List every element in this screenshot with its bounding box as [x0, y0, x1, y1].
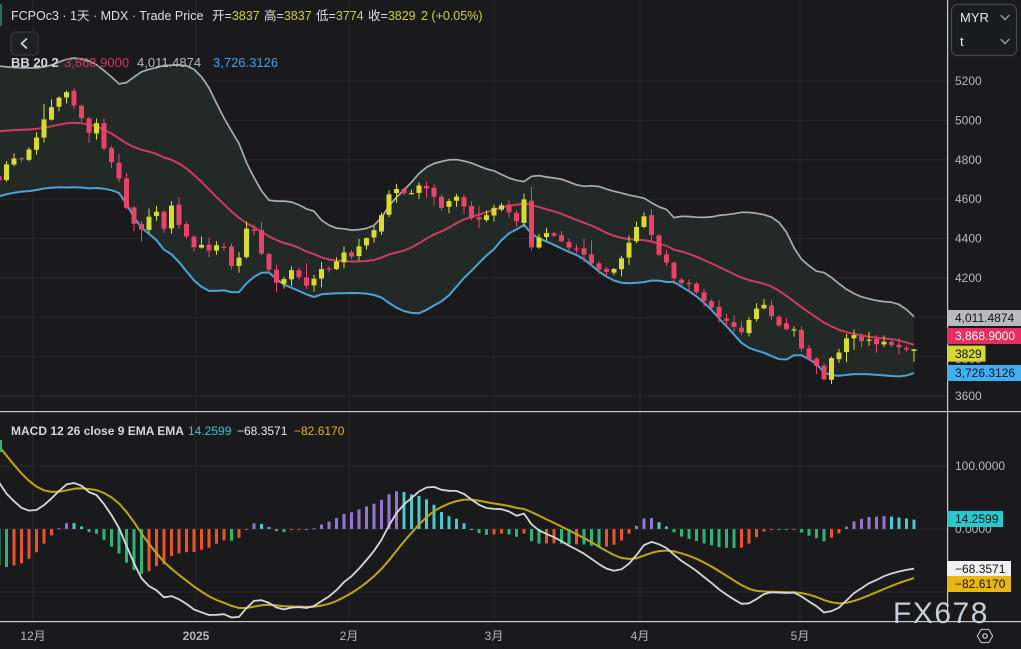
svg-text:3月: 3月: [485, 629, 504, 643]
svg-text:100.0000: 100.0000: [955, 459, 1005, 473]
svg-text:2 (+0.05%): 2 (+0.05%): [421, 9, 483, 23]
svg-text:3600: 3600: [955, 389, 982, 403]
svg-text:−68.3571: −68.3571: [955, 562, 1006, 576]
svg-text:12月: 12月: [20, 629, 45, 643]
svg-text:5月: 5月: [791, 629, 810, 643]
svg-text:4,011.4874: 4,011.4874: [137, 55, 201, 70]
svg-text:t: t: [960, 34, 964, 49]
svg-text:MYR: MYR: [960, 10, 989, 25]
svg-text:高=3837: 高=3837: [264, 8, 312, 23]
svg-text:−82.6170: −82.6170: [294, 424, 345, 438]
svg-text:−82.6170: −82.6170: [955, 577, 1006, 591]
svg-text:3,868.9000: 3,868.9000: [64, 55, 129, 70]
svg-text:5000: 5000: [955, 113, 982, 127]
svg-text:−68.3571: −68.3571: [237, 424, 288, 438]
svg-text:3829: 3829: [955, 347, 982, 361]
svg-text:4200: 4200: [955, 271, 982, 285]
svg-text:3,726.3126: 3,726.3126: [213, 55, 278, 70]
svg-text:2月: 2月: [340, 629, 359, 643]
svg-text:4600: 4600: [955, 192, 982, 206]
svg-text:4月: 4月: [631, 629, 650, 643]
svg-text:4,011.4874: 4,011.4874: [955, 311, 1014, 325]
svg-text:3,726.3126: 3,726.3126: [955, 366, 1015, 380]
svg-text:收=3829: 收=3829: [368, 9, 416, 23]
svg-text:BB 20 2: BB 20 2: [11, 55, 59, 70]
svg-text:3,868.9000: 3,868.9000: [955, 329, 1015, 343]
svg-text:FX678: FX678: [893, 597, 989, 630]
svg-text:5200: 5200: [955, 74, 982, 88]
svg-text:MACD 12 26 close 9 EMA EMA: MACD 12 26 close 9 EMA EMA: [11, 424, 184, 438]
svg-text:FCPOc3 · 1天 · MDX · Trade Pric: FCPOc3 · 1天 · MDX · Trade Price: [11, 9, 203, 23]
svg-text:4400: 4400: [955, 232, 982, 246]
svg-text:14.2599: 14.2599: [955, 512, 999, 526]
svg-text:4800: 4800: [955, 153, 982, 167]
svg-text:低=3774: 低=3774: [316, 9, 364, 23]
svg-text:14.2599: 14.2599: [188, 424, 232, 438]
svg-text:开=3837: 开=3837: [212, 9, 260, 23]
svg-text:2025: 2025: [183, 629, 210, 643]
